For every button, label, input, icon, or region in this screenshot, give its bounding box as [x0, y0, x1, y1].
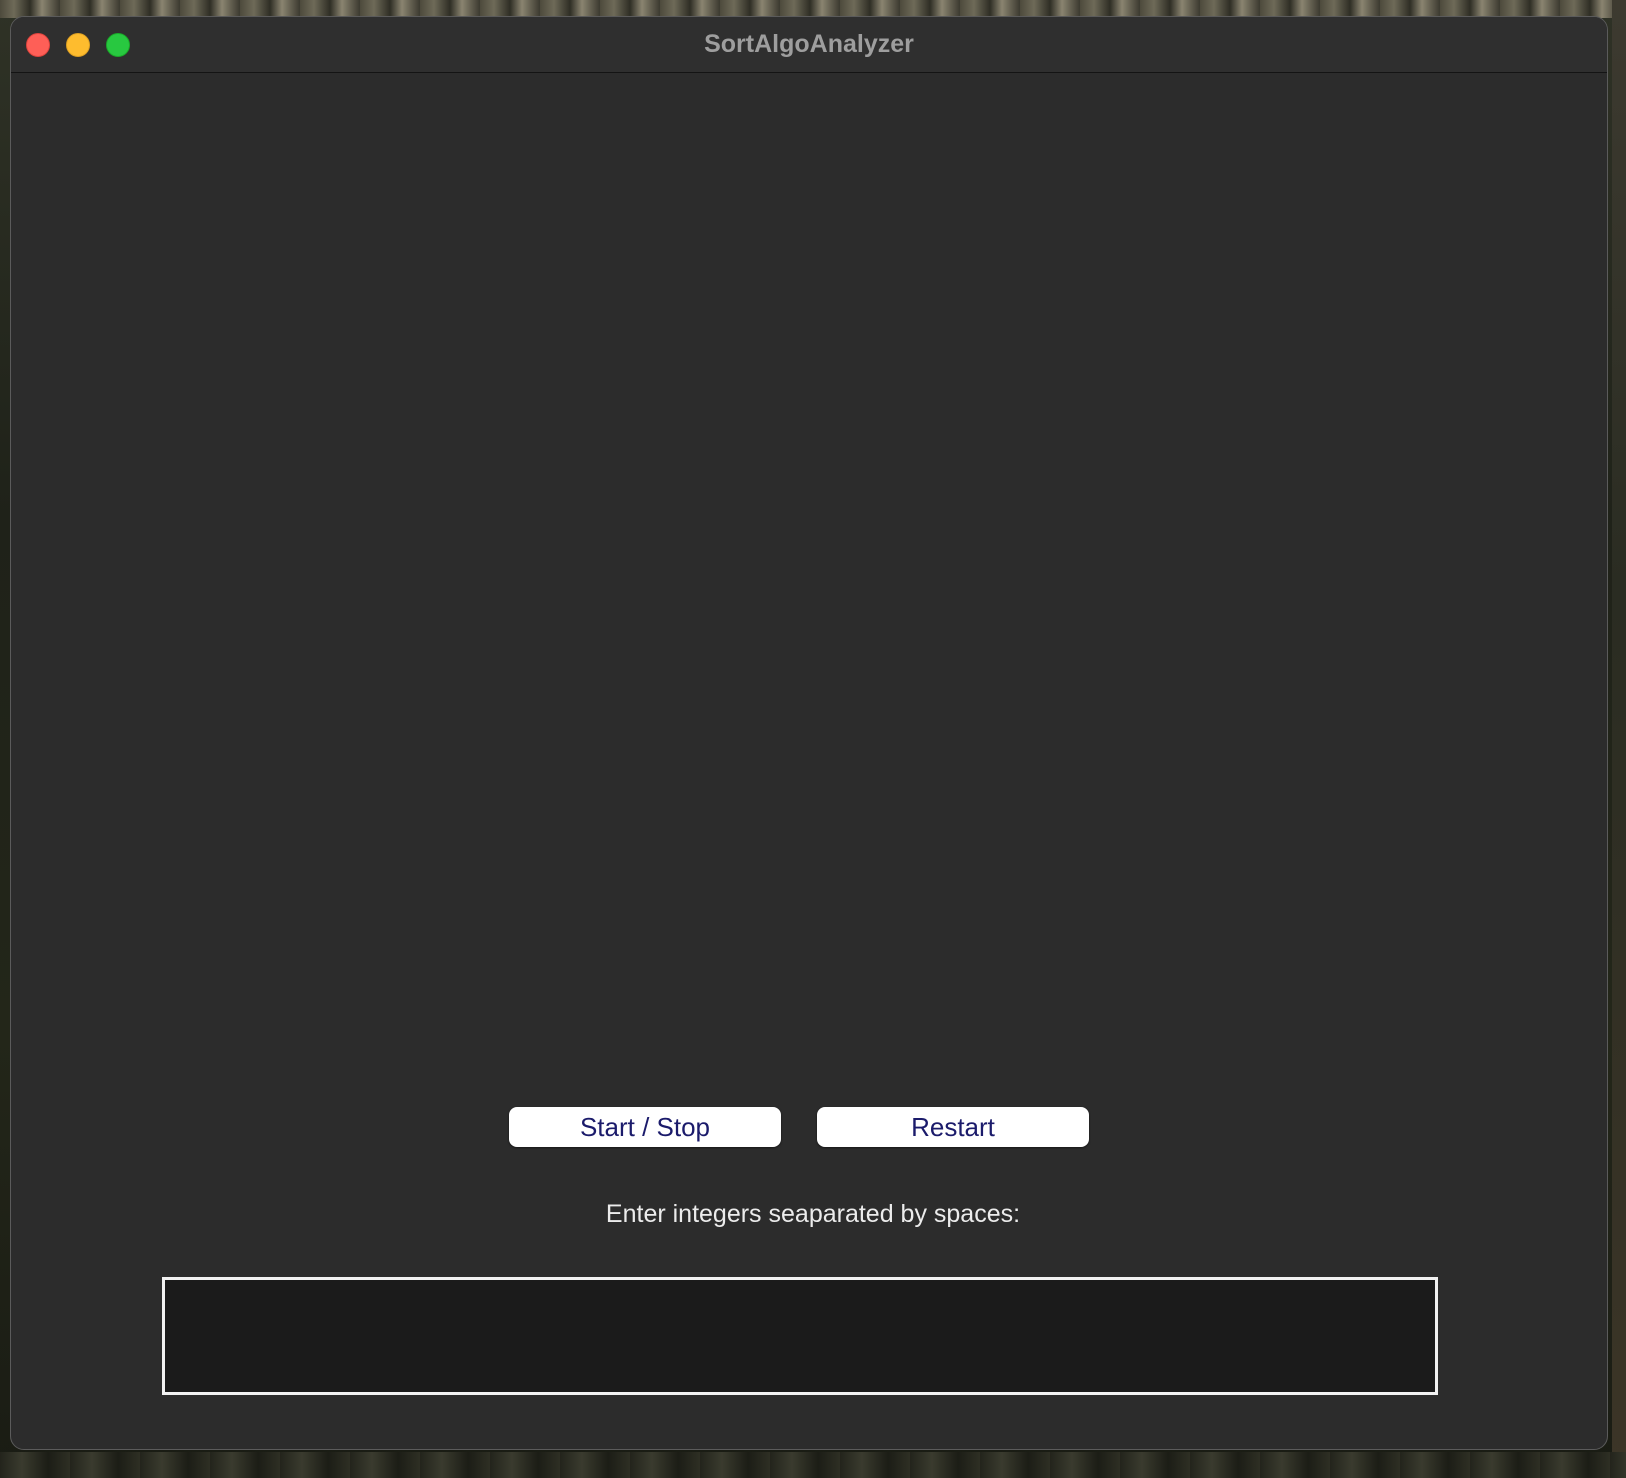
integers-prompt-label: Enter integers seaparated by spaces: [605, 1200, 1021, 1228]
start-stop-button[interactable]: Start / Stop [509, 1107, 781, 1147]
desktop-background-right [1612, 0, 1626, 1478]
app-window: SortAlgoAnalyzer [10, 16, 1608, 1450]
desktop-background-bottom [0, 1452, 1626, 1478]
window-title: SortAlgoAnalyzer [704, 30, 914, 58]
visualization-canvas [11, 74, 1607, 1109]
integers-input[interactable] [162, 1277, 1438, 1395]
title-bar[interactable]: SortAlgoAnalyzer [11, 17, 1607, 73]
restart-button[interactable]: Restart [817, 1107, 1089, 1147]
